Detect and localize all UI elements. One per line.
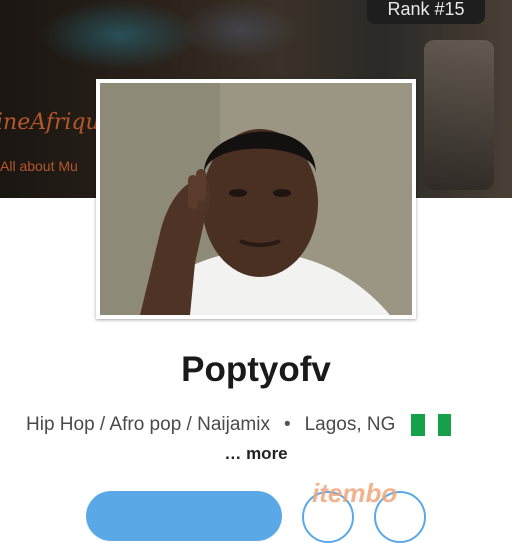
profile-photo-illustration	[100, 83, 412, 315]
profile-photo-frame	[96, 79, 416, 319]
flag-stripe-right	[438, 414, 452, 436]
profile-genres: Hip Hop / Afro pop / Naijamix	[26, 414, 270, 435]
more-link[interactable]: … more	[0, 444, 512, 464]
watermark-logo: itembo	[312, 478, 398, 508]
profile-location: Lagos, NG	[304, 414, 396, 435]
profile-photo[interactable]	[100, 83, 412, 315]
profile-name: Poptyofv	[181, 350, 331, 389]
primary-action-button[interactable]	[86, 491, 282, 541]
meta-separator: •	[283, 414, 291, 435]
flag-stripe-middle	[424, 414, 439, 436]
cover-microphone-shape	[424, 40, 494, 190]
profile-meta: Hip Hop / Afro pop / Naijamix • Lagos, N…	[26, 412, 452, 438]
nigeria-flag-icon	[411, 414, 452, 436]
cover-tagline: All about Mu	[0, 158, 78, 174]
flag-stripe-left	[411, 414, 425, 436]
rank-badge[interactable]: Rank #15	[367, 0, 485, 24]
cover-light	[180, 0, 300, 60]
cover-logo-text: ineAfriqu	[0, 110, 100, 135]
cover-light	[40, 0, 200, 70]
